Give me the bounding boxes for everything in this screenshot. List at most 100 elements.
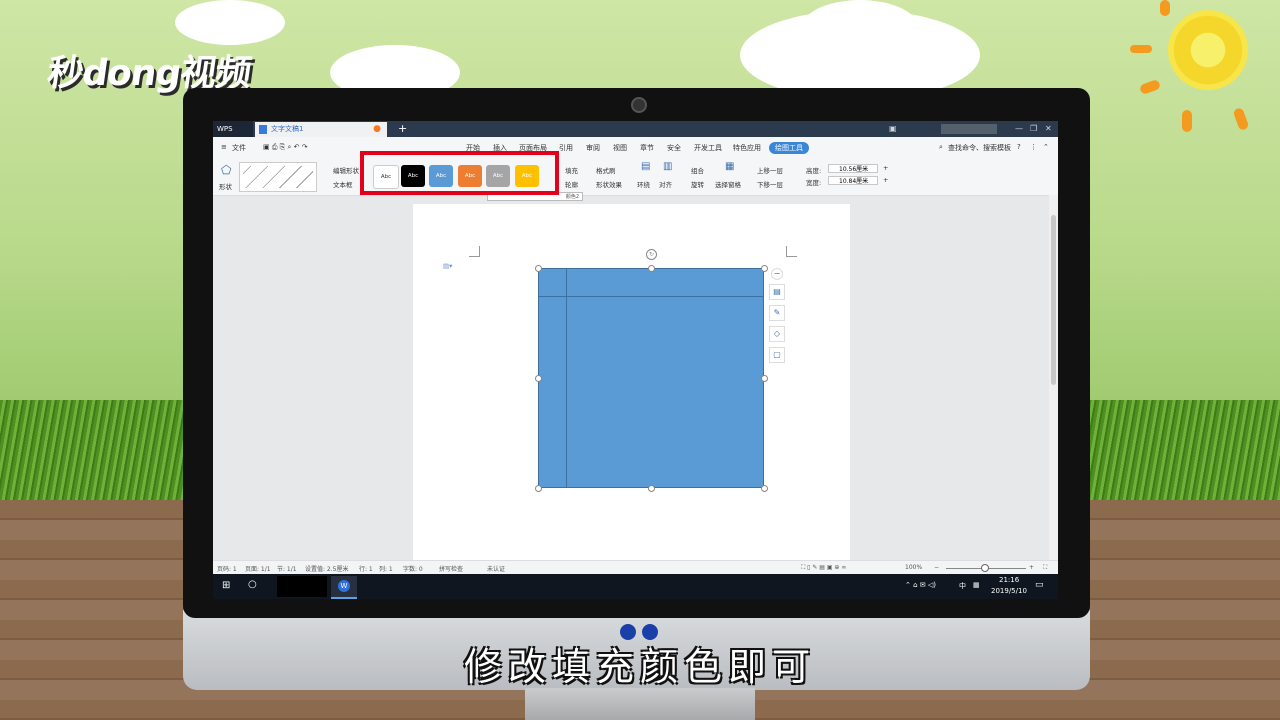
scrollbar-thumb[interactable]	[1051, 215, 1056, 385]
tab-references[interactable]: 引用	[559, 143, 573, 153]
pen-icon[interactable]: ✎	[769, 305, 785, 321]
bring-forward-button[interactable]: 上移一层	[757, 165, 783, 175]
outline-button[interactable]: 轮廓	[565, 179, 578, 189]
resize-handle[interactable]	[648, 265, 655, 272]
sun-ray	[1182, 110, 1192, 132]
windows-start-icon[interactable]: ⊞	[222, 580, 230, 591]
spell-check-button[interactable]: 拼写检查	[439, 564, 463, 573]
minimize-button[interactable]: —	[1015, 121, 1023, 137]
screen: WPS 文字文稿1 ● + ▣ — ❐ ✕ ≡ 文件 ▣ ⎙ ⎘ ⌕ ↶ ↷ 开…	[213, 121, 1058, 599]
zoom-in-button[interactable]: +	[1029, 564, 1034, 571]
wrap-button[interactable]: 环绕	[637, 179, 650, 189]
send-backward-button[interactable]: 下移一层	[757, 179, 783, 189]
hamburger-icon[interactable]: ≡	[221, 143, 227, 151]
outline-icon[interactable]: ▢	[769, 347, 785, 363]
resize-handle[interactable]	[535, 485, 542, 492]
wps-icon: W	[338, 580, 350, 592]
resize-handle[interactable]	[535, 375, 542, 382]
menu-file[interactable]: 文件	[232, 143, 246, 153]
zoom-slider-knob[interactable]	[981, 564, 989, 572]
tab-drawing-tools[interactable]: 绘图工具	[769, 142, 809, 154]
shape-effect-button[interactable]: 形状效果	[596, 179, 622, 189]
align-button[interactable]: 对齐	[659, 179, 672, 189]
width-input[interactable]: 10.84厘米	[828, 176, 878, 185]
tab-special[interactable]: 特色应用	[733, 143, 761, 153]
wps-home-button[interactable]: WPS	[213, 121, 253, 137]
width-label: 宽度:	[806, 179, 822, 187]
margin-corner	[469, 246, 480, 257]
fill-button[interactable]: 填充	[565, 165, 578, 175]
sun-ray	[1160, 0, 1170, 16]
tab-chapter[interactable]: 章节	[640, 143, 654, 153]
ime-indicator[interactable]: 中	[959, 581, 966, 591]
select-pane-icon[interactable]: ▦	[725, 161, 734, 172]
shape-button[interactable]: 形状	[219, 181, 232, 191]
select-pane-button[interactable]: 选择窗格	[715, 179, 741, 189]
width-increase-button[interactable]: +	[883, 176, 888, 184]
shape-icon[interactable]: ⬠	[221, 163, 231, 177]
user-avatar[interactable]	[941, 124, 997, 134]
resize-handle[interactable]	[761, 485, 768, 492]
keyboard-icon[interactable]: ▦	[973, 581, 980, 589]
help-icon[interactable]: ?	[1017, 143, 1021, 151]
shape-gallery[interactable]	[239, 162, 317, 192]
sun-ray	[1138, 78, 1162, 96]
resize-handle[interactable]	[761, 375, 768, 382]
tab-developer[interactable]: 开发工具	[694, 143, 722, 153]
zoom-out-button[interactable]: −	[934, 564, 939, 571]
taskbar-wps-app[interactable]: W	[331, 576, 357, 599]
tray-icons[interactable]: ⌃ ⌂ ✉ ◁)	[905, 581, 936, 589]
search-icon[interactable]: ⌕	[939, 143, 943, 152]
highlight-box	[360, 151, 559, 195]
align-icon[interactable]: ▥	[663, 161, 672, 172]
format-painter-button[interactable]: 格式刷	[596, 165, 616, 175]
paragraph-icon[interactable]: ▤▾	[443, 262, 452, 270]
rotate-handle-icon[interactable]: ↻	[646, 249, 657, 260]
document-tab-label: 文字文稿1	[271, 125, 304, 133]
shape-line	[566, 269, 567, 487]
view-mode-icons[interactable]: ⛶ ▯ ✎ ▤ ▣ ⊕ ∞	[801, 564, 846, 572]
edit-shape-button[interactable]: 编辑形状	[333, 165, 359, 175]
fill-bucket-icon[interactable]: ◇	[769, 326, 785, 342]
vertical-scrollbar[interactable]	[1049, 195, 1058, 560]
height-increase-button[interactable]: +	[883, 164, 888, 172]
tab-review[interactable]: 审阅	[586, 143, 600, 153]
cortana-search-icon[interactable]: ○	[248, 579, 257, 590]
word-count: 字数: 0	[403, 566, 423, 573]
zoom-level[interactable]: 100%	[905, 564, 922, 571]
command-search[interactable]: 查找命令、搜索模板	[948, 143, 1011, 153]
layout-options-icon[interactable]: ▤	[769, 284, 785, 300]
document-tab[interactable]: 文字文稿1 ●	[255, 122, 387, 137]
page-count: 页面: 1/1	[245, 566, 271, 573]
more-icon[interactable]: ⋮	[1030, 143, 1037, 151]
ribbon: ⬠ 形状 编辑形状 文本框 Abc Abc Abc Abc Abc Abc 填充…	[213, 157, 1058, 196]
clock-time[interactable]: 21:16	[999, 576, 1019, 584]
textbox-button[interactable]: 文本框	[333, 179, 353, 189]
new-tab-button[interactable]: +	[398, 121, 407, 137]
resize-handle[interactable]	[535, 265, 542, 272]
tab-view[interactable]: 视图	[613, 143, 627, 153]
collapse-icon[interactable]: −	[771, 268, 783, 280]
fit-page-icon[interactable]: ⛶	[1043, 564, 1047, 572]
group-button[interactable]: 组合	[691, 165, 704, 175]
height-input[interactable]: 10.56厘米	[828, 164, 878, 173]
collapse-ribbon-icon[interactable]: ⌃	[1043, 143, 1049, 151]
resize-handle[interactable]	[648, 485, 655, 492]
rotate-button[interactable]: 旋转	[691, 179, 704, 189]
close-button[interactable]: ✕	[1045, 121, 1052, 137]
certification-status[interactable]: 未认证	[487, 564, 505, 573]
resize-handle[interactable]	[761, 265, 768, 272]
taskbar-app[interactable]	[277, 576, 327, 597]
notification-icon[interactable]: ▭	[1035, 580, 1044, 590]
maximize-button[interactable]: ❐	[1030, 121, 1037, 137]
wrap-icon[interactable]: ▤	[641, 161, 650, 172]
tab-security[interactable]: 安全	[667, 143, 681, 153]
skin-icon[interactable]: ▣	[889, 121, 897, 137]
camera-icon	[631, 97, 647, 113]
title-bar: WPS 文字文稿1 ● + ▣ — ❐ ✕	[213, 121, 1058, 137]
monitor-stand	[525, 688, 755, 720]
quick-access-icons[interactable]: ▣ ⎙ ⎘ ⌕ ↶ ↷	[263, 143, 308, 152]
document-page[interactable]: ▤▾ ↻ − ▤ ✎ ◇ ▢	[413, 204, 850, 564]
clock-date[interactable]: 2019/5/10	[991, 587, 1027, 595]
selected-shape[interactable]	[538, 268, 764, 488]
